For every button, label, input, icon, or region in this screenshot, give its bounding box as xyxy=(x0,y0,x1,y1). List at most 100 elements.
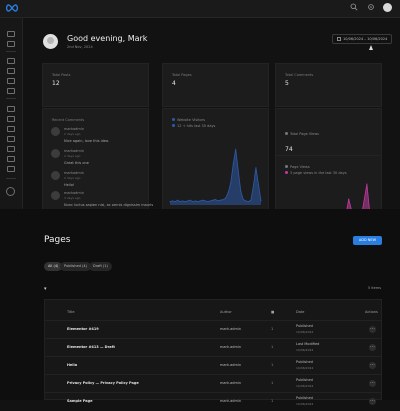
website-visitors-card: Website Visitors 12 + hits last 30 days xyxy=(162,108,269,218)
page-status-cell: Published xyxy=(296,324,313,328)
comment-icon[interactable]: ■ xyxy=(271,310,274,314)
table-row[interactable]: Privacy Policy — Privacy Policy Page mar… xyxy=(45,374,381,393)
commenter-name: markadmin xyxy=(64,149,84,153)
search-icon[interactable] xyxy=(349,3,358,12)
sidebar-media-icon[interactable] xyxy=(7,68,15,74)
page-comments-cell: 1 xyxy=(271,363,274,367)
chart-line xyxy=(169,149,262,203)
comment-text: Nice again, love this idea. xyxy=(64,139,110,143)
chart-point xyxy=(189,199,191,201)
chart-point xyxy=(348,198,350,200)
page-comments-cell: 1 xyxy=(271,327,274,331)
filter-draft[interactable]: Draft (1) xyxy=(89,262,112,271)
date-range-picker[interactable]: 10/06/2024 – 10/06/2024 xyxy=(332,34,393,44)
sort-icon[interactable]: ▾ xyxy=(44,286,47,292)
page-status-cell: Last Modified xyxy=(296,342,320,346)
chart-point xyxy=(209,200,211,202)
mouse-cursor-icon xyxy=(369,45,373,50)
chart-point xyxy=(245,200,247,202)
chart-point xyxy=(260,200,262,202)
table-row[interactable]: Hello mark.admin 1 Published 10/06/2024 … xyxy=(45,356,381,375)
page-status-cell: Published xyxy=(296,396,313,400)
filter-published[interactable]: Published (4) xyxy=(60,262,91,271)
gear-icon[interactable] xyxy=(366,3,375,12)
row-actions-icon[interactable]: … xyxy=(369,344,376,351)
table-row[interactable]: Elementor #419 mark.admin 1 Published 10… xyxy=(45,320,381,339)
chart-point xyxy=(174,201,176,203)
sidebar-posts-icon[interactable] xyxy=(7,58,15,64)
page-title-cell[interactable]: Elementor #419 xyxy=(67,327,99,331)
item-count: 5 items xyxy=(368,286,382,290)
page-author-cell[interactable]: mark.admin xyxy=(220,327,241,331)
chart-point xyxy=(250,199,252,201)
chart-point xyxy=(227,192,229,194)
page-title-cell[interactable]: Hello xyxy=(67,363,77,367)
stat-label: Total Page Views xyxy=(290,132,320,136)
commenter-avatar xyxy=(51,127,60,136)
sidebar-comments-icon[interactable] xyxy=(7,88,15,94)
page-title-cell[interactable]: Privacy Policy — Privacy Policy Page xyxy=(67,381,139,385)
eye-icon xyxy=(285,132,288,135)
chart-point xyxy=(204,200,206,202)
sidebar-pages-icon[interactable] xyxy=(7,78,15,84)
sidebar-templates-icon[interactable] xyxy=(7,106,15,112)
legend-dot-icon xyxy=(172,118,175,121)
page-author-cell[interactable]: mark.admin xyxy=(220,345,241,349)
commenter-name: markadmin xyxy=(64,171,84,175)
chart-point xyxy=(255,167,257,169)
recent-comments-title: Recent Comments xyxy=(52,118,85,122)
sidebar-analytics-icon[interactable] xyxy=(7,166,15,172)
sidebar-divider xyxy=(6,98,16,99)
chart-point xyxy=(192,201,194,203)
stat-card-posts[interactable]: Total Posts 12 xyxy=(42,63,149,107)
chart-point xyxy=(220,199,222,201)
sidebar-tools-icon[interactable] xyxy=(7,146,15,152)
sidebar-dashboard-icon[interactable] xyxy=(7,31,15,37)
chart-point xyxy=(252,185,254,187)
chart-legend: 3 page views in the last 30 days xyxy=(290,171,347,175)
row-actions-icon[interactable]: … xyxy=(369,380,376,387)
row-actions-icon[interactable]: … xyxy=(369,398,376,405)
add-new-button[interactable]: ADD NEW xyxy=(353,236,382,245)
user-avatar[interactable] xyxy=(383,3,392,12)
commenter-name: markadmin xyxy=(64,127,84,131)
page-date-cell: 10/06/2024 xyxy=(296,330,314,334)
stat-card-comments[interactable]: Total Comments 5 xyxy=(275,63,382,107)
calendar-icon xyxy=(337,37,341,41)
sidebar-plugins-icon[interactable] xyxy=(7,126,15,132)
chart-point xyxy=(215,199,216,201)
infinity-logo-icon[interactable] xyxy=(5,3,19,13)
sidebar-home-icon[interactable] xyxy=(7,41,15,47)
page-author-cell[interactable]: mark.admin xyxy=(220,381,241,385)
sidebar-settings-icon[interactable] xyxy=(7,156,15,162)
greeting-title: Good evening, Mark xyxy=(67,34,148,43)
pages-title: Pages xyxy=(44,235,71,245)
page-comments-cell: 1 xyxy=(271,345,274,349)
total-page-views-label: Total Page Views xyxy=(285,132,319,136)
column-header-title[interactable]: Title xyxy=(67,310,75,314)
date-range-label: 10/06/2024 – 10/06/2024 xyxy=(343,37,388,41)
row-actions-icon[interactable]: … xyxy=(369,362,376,369)
column-header-author[interactable]: Author xyxy=(220,310,232,314)
chart-area xyxy=(170,149,261,205)
page-title-cell[interactable]: Elementor #413 — Draft xyxy=(67,345,115,349)
stat-card-pages[interactable]: Total Pages 4 xyxy=(162,63,269,107)
sidebar-globe-icon[interactable] xyxy=(6,187,15,196)
page-author-cell[interactable]: mark.admin xyxy=(220,363,241,367)
sidebar-appearance-icon[interactable] xyxy=(7,116,15,122)
column-header-date[interactable]: Date xyxy=(296,310,304,314)
chart-point xyxy=(207,201,209,203)
chart-point xyxy=(258,184,259,186)
chart-point xyxy=(225,197,227,199)
chart-point xyxy=(199,200,201,202)
comment-text: Great this one xyxy=(64,161,89,165)
chart-title: Page Views xyxy=(290,165,310,169)
row-actions-icon[interactable]: … xyxy=(369,326,376,333)
table-row[interactable]: Elementor #413 — Draft mark.admin 1 Last… xyxy=(45,338,381,357)
sidebar-users-icon[interactable] xyxy=(7,136,15,142)
comment-time: 2 days ago xyxy=(64,132,81,136)
chart-point xyxy=(202,199,204,201)
table-row[interactable]: Sample Page mark.admin 1 Published 10/06… xyxy=(45,392,381,411)
user-avatar-large xyxy=(43,34,58,49)
chart-point xyxy=(232,163,234,165)
